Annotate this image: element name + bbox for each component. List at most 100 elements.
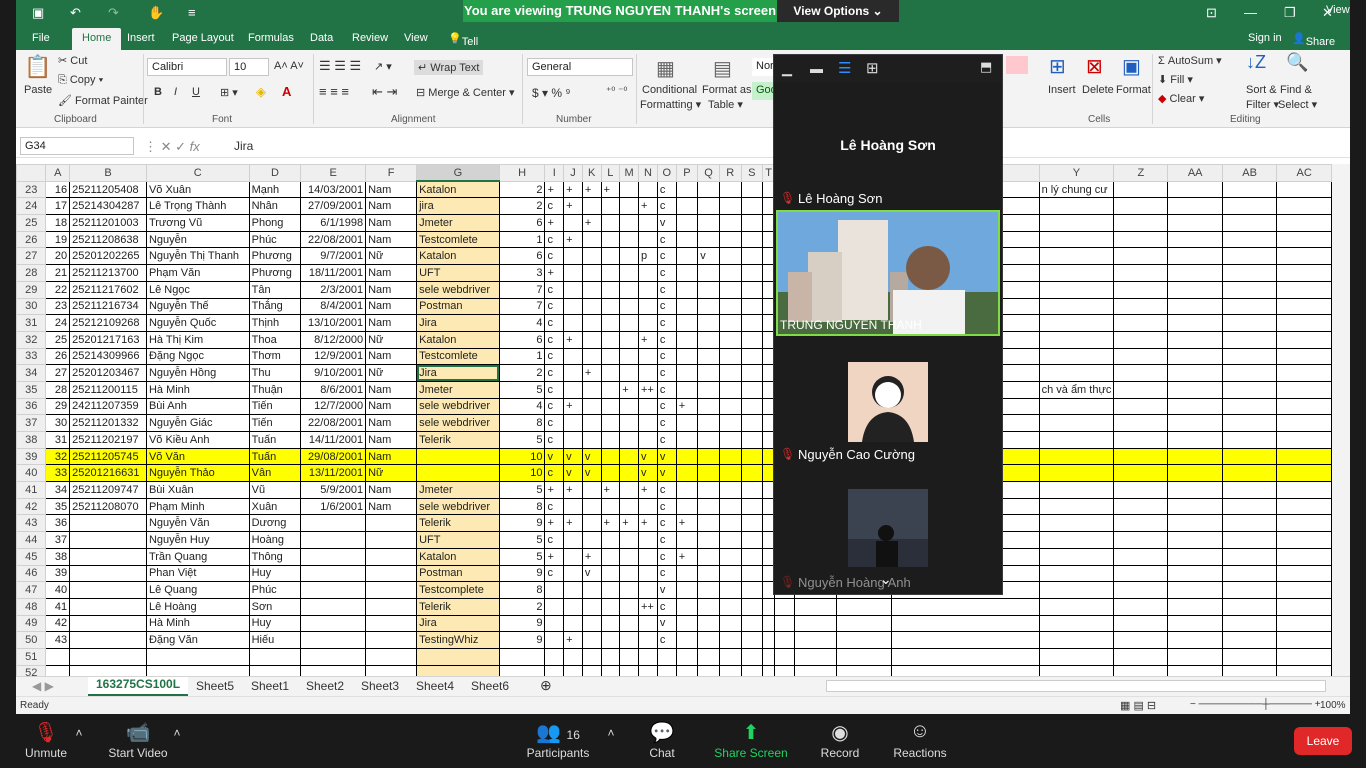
cell[interactable] [1221,414,1278,432]
cell[interactable]: + [600,180,621,199]
cell[interactable]: + [619,514,639,533]
cell[interactable] [890,647,1040,666]
column-header[interactable]: D [248,164,302,182]
conditional-formatting-button[interactable]: Conditional [642,84,697,96]
cell[interactable] [600,414,621,432]
cell[interactable] [563,380,583,399]
cell[interactable] [740,547,764,566]
tell-me-box[interactable]: 💡 Tell me what you want to do... [448,32,485,120]
cell[interactable]: + [563,631,583,649]
cell[interactable] [69,631,147,649]
cell[interactable]: 22/08/2001 [300,414,367,432]
cell[interactable] [637,497,658,516]
cell[interactable]: 6/1/1998 [300,214,367,232]
cell[interactable] [1276,280,1332,299]
cell[interactable]: + [563,514,583,533]
cell[interactable] [1221,431,1278,449]
cell[interactable] [1038,664,1115,676]
cell[interactable] [718,180,742,199]
cell[interactable] [697,464,720,483]
cell[interactable] [1113,481,1169,499]
cell[interactable] [619,197,639,216]
cell[interactable] [1038,264,1115,282]
cell[interactable]: + [581,364,602,382]
cell[interactable] [619,347,639,366]
cell[interactable]: Nam [365,180,418,199]
cell[interactable] [740,647,764,666]
cell[interactable] [145,647,250,666]
cell[interactable] [675,431,699,449]
cell[interactable]: 7 [498,297,546,316]
cell[interactable] [637,264,658,282]
cell[interactable] [675,180,699,199]
cell[interactable] [697,481,720,499]
cell[interactable] [581,664,602,676]
cell[interactable] [718,581,742,599]
row-header[interactable]: 26 [16,230,47,249]
sheet-tab[interactable]: Sheet1 [251,679,289,693]
cell[interactable] [1167,397,1223,416]
cell[interactable] [740,481,764,499]
column-header[interactable]: Y [1038,164,1115,182]
cell[interactable] [300,647,367,666]
cell[interactable] [675,264,699,282]
cell[interactable] [619,664,639,676]
sheet-tab[interactable]: Sheet5 [196,679,234,693]
cell[interactable] [619,280,639,299]
cell[interactable] [563,647,583,666]
cell[interactable] [1113,664,1169,676]
cell[interactable] [697,564,720,583]
cell[interactable] [1276,314,1332,332]
cell[interactable] [718,514,742,533]
cell[interactable] [1276,347,1332,366]
sheet-tab[interactable]: Sheet6 [471,679,509,693]
view-mode-icons[interactable]: ▦ ▤ ⊟ [1120,699,1156,712]
cell[interactable]: Nam [365,447,418,466]
row-header[interactable]: 24 [16,197,47,216]
cell[interactable] [600,497,621,516]
cell[interactable] [600,597,621,616]
cell[interactable] [600,214,621,232]
cell[interactable]: 14/11/2001 [300,431,367,449]
cell[interactable]: 9 [498,564,546,583]
cell[interactable] [69,564,147,583]
cell[interactable]: 9/7/2001 [300,247,367,266]
cell[interactable] [762,647,776,666]
cell[interactable]: 24211207359 [69,397,147,416]
cell[interactable]: 13/10/2001 [300,314,367,332]
cell[interactable]: 33 [45,464,71,483]
cell[interactable] [1276,180,1332,199]
cell[interactable]: 29/08/2001 [300,447,367,466]
cell[interactable] [1276,614,1332,633]
cell[interactable]: c [656,497,677,516]
cell[interactable] [1113,414,1169,432]
cell[interactable] [1276,664,1332,676]
cell[interactable] [581,247,602,266]
cell[interactable] [637,531,658,549]
cell[interactable] [1167,547,1223,566]
cell[interactable] [637,664,658,676]
cell[interactable] [544,664,565,676]
cell[interactable]: 9 [498,614,546,633]
leave-button[interactable]: Leave [1294,727,1352,755]
cell[interactable]: 25211202197 [69,431,147,449]
tab-data[interactable]: Data [310,32,333,44]
cell[interactable] [563,497,583,516]
fullscreen-icon[interactable]: ⬒ [980,59,992,75]
cell[interactable] [600,397,621,416]
ribbon-display-icon[interactable]: ⊡ [1206,5,1217,21]
cell[interactable]: Nam [365,397,418,416]
cell[interactable]: Hà Minh [145,380,250,399]
cell[interactable]: 5 [498,547,546,566]
cell[interactable]: Thu [248,364,302,382]
tab-view[interactable]: View [404,32,428,44]
cell[interactable] [1167,464,1223,483]
cell[interactable] [718,547,742,566]
cell[interactable] [581,647,602,666]
cell[interactable]: Jmeter [416,380,500,399]
cell[interactable]: c [656,531,677,549]
cell[interactable] [1167,197,1223,216]
cell[interactable] [563,597,583,616]
cell[interactable] [600,614,621,633]
cell[interactable]: 2 [498,364,546,382]
